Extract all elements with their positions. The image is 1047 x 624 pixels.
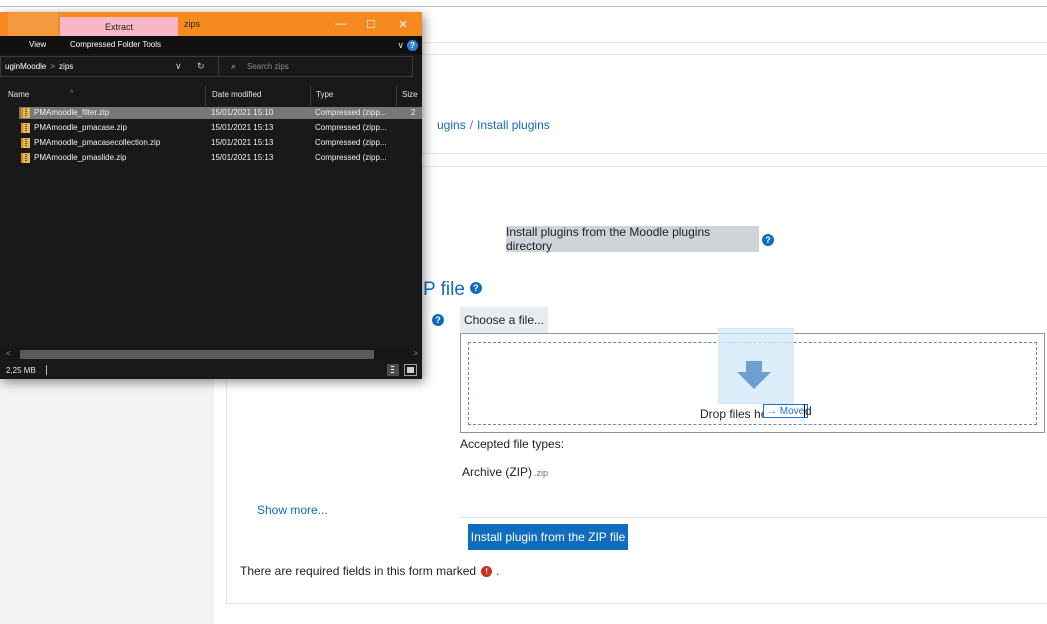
file-date: 15/01/2021 15:13 bbox=[211, 138, 274, 147]
file-name: PMAmoodle_pmaslide.zip bbox=[34, 153, 127, 162]
required-icon: ! bbox=[481, 565, 493, 577]
column-header-size[interactable]: Size bbox=[402, 90, 418, 99]
archive-type-label: Archive (ZIP) bbox=[462, 465, 533, 479]
main-card-top-border bbox=[422, 166, 1047, 167]
install-from-directory-button[interactable]: Install plugins from the Moodle plugins … bbox=[506, 225, 759, 253]
column-divider[interactable] bbox=[205, 86, 206, 106]
file-row[interactable]: PMAmoodle_pmaslide.zip 15/01/2021 15:13 … bbox=[19, 152, 422, 164]
zip-folder-icon bbox=[21, 153, 30, 163]
breadcrumb-install-plugins-link[interactable]: Install plugins bbox=[477, 118, 550, 132]
file-type: Compressed (zipp... bbox=[315, 108, 387, 117]
header-divider bbox=[422, 42, 1047, 43]
address-path: uginMoodle > zips bbox=[5, 62, 73, 71]
ribbon-tab-file[interactable] bbox=[8, 12, 58, 36]
column-divider[interactable] bbox=[396, 86, 397, 106]
choose-file-button[interactable]: Choose a file... bbox=[460, 307, 548, 333]
scroll-right-icon[interactable]: > bbox=[413, 349, 418, 358]
required-fields-note: There are required fields in this form m… bbox=[240, 564, 499, 578]
search-input[interactable]: ⌕ Search zips bbox=[218, 56, 413, 77]
card-bottom-border bbox=[422, 153, 1047, 154]
archive-type-extension: .zip bbox=[534, 468, 549, 478]
column-divider[interactable] bbox=[310, 86, 311, 106]
ribbon-view-tab[interactable]: View bbox=[29, 40, 46, 49]
details-view-icon[interactable] bbox=[387, 364, 399, 376]
search-placeholder: Search zips bbox=[247, 62, 289, 71]
accepted-types-label: Accepted file types: bbox=[460, 437, 565, 451]
zip-section-heading: P file? bbox=[423, 279, 482, 301]
column-header-name[interactable]: Name bbox=[8, 90, 29, 99]
zip-section-heading-text: P file bbox=[423, 279, 465, 300]
breadcrumb-plugins-link[interactable]: ugins bbox=[437, 118, 466, 132]
drop-text-tail: d bbox=[805, 404, 812, 418]
main-card-bottom-border bbox=[226, 603, 1047, 604]
zip-folder-icon bbox=[21, 123, 30, 133]
horizontal-scrollbar[interactable]: < > bbox=[0, 348, 422, 360]
install-zip-button[interactable]: Install plugin from the ZIP file bbox=[468, 524, 628, 550]
file-row[interactable]: PMAmoodle_pmacase.zip 15/01/2021 15:13 C… bbox=[19, 122, 422, 134]
file-row[interactable]: PMAmoodle_pmacasecollection.zip 15/01/20… bbox=[19, 137, 422, 149]
file-date: 15/01/2021 15:10 bbox=[211, 108, 274, 117]
ribbon-expand-chevron-icon[interactable]: ∨ bbox=[397, 40, 404, 51]
form-divider bbox=[460, 517, 1047, 518]
file-name: PMAmoodle_pmacase.zip bbox=[34, 123, 127, 132]
file-type: Compressed (zipp... bbox=[315, 123, 387, 132]
file-size: 2 bbox=[411, 108, 416, 117]
address-parent-folder[interactable]: uginMoodle bbox=[5, 62, 46, 71]
close-button[interactable]: ✕ bbox=[388, 16, 418, 32]
ribbon-tab-extract[interactable]: Extract bbox=[60, 17, 178, 36]
accepted-type-archive: Archive (ZIP) .zip bbox=[462, 465, 548, 479]
status-separator bbox=[46, 365, 47, 375]
window-title: zips bbox=[184, 19, 201, 29]
file-date: 15/01/2021 15:13 bbox=[211, 153, 274, 162]
zip-field-help-icon[interactable]: ? bbox=[432, 314, 444, 326]
scrollbar-thumb[interactable] bbox=[20, 350, 374, 359]
show-more-link[interactable]: Show more... bbox=[257, 503, 328, 517]
file-explorer-window: Extract zips — ☐ ✕ View Compressed Folde… bbox=[0, 12, 422, 379]
minimize-button[interactable]: — bbox=[326, 16, 356, 32]
required-note-text: There are required fields in this form m… bbox=[240, 564, 477, 578]
search-icon: ⌕ bbox=[231, 61, 237, 71]
file-name: PMAmoodle_filter.zip bbox=[34, 108, 110, 117]
sort-caret-icon: ^ bbox=[70, 90, 74, 97]
address-bar[interactable]: uginMoodle > zips ∨ ↻ bbox=[0, 56, 222, 77]
file-type: Compressed (zipp... bbox=[315, 138, 387, 147]
address-current-folder[interactable]: zips bbox=[59, 62, 73, 71]
required-note-period: . bbox=[496, 564, 500, 578]
status-bar: 2,25 MB bbox=[0, 361, 422, 379]
breadcrumb: ugins / Install plugins bbox=[437, 118, 550, 132]
status-size-text: 2,25 MB bbox=[6, 366, 36, 375]
file-name: PMAmoodle_pmacasecollection.zip bbox=[34, 138, 161, 147]
column-header-date[interactable]: Date modified bbox=[212, 90, 261, 99]
address-separator: > bbox=[50, 62, 56, 71]
file-date: 15/01/2021 15:13 bbox=[211, 123, 274, 132]
column-headers: ^ Name Date modified Type Size bbox=[0, 86, 422, 106]
help-icon[interactable]: ? bbox=[469, 281, 482, 294]
card-top-border bbox=[422, 54, 1047, 55]
scroll-left-icon[interactable]: < bbox=[6, 349, 11, 358]
download-arrow-icon bbox=[737, 361, 771, 389]
file-row[interactable]: PMAmoodle_filter.zip 15/01/2021 15:10 Co… bbox=[19, 107, 422, 119]
refresh-icon[interactable]: ↻ bbox=[197, 61, 205, 72]
ribbon-help-icon[interactable]: ? bbox=[407, 40, 418, 51]
help-icon[interactable]: ? bbox=[762, 234, 774, 246]
large-icons-view-icon[interactable] bbox=[404, 364, 417, 376]
explorer-titlebar[interactable]: Extract zips — ☐ ✕ bbox=[0, 12, 422, 36]
zip-folder-icon bbox=[21, 108, 30, 118]
ribbon-compressed-tools-tab[interactable]: Compressed Folder Tools bbox=[70, 40, 161, 49]
address-history-chevron-icon[interactable]: ∨ bbox=[175, 61, 182, 72]
breadcrumb-separator: / bbox=[469, 118, 474, 132]
zip-folder-icon bbox=[21, 138, 30, 148]
move-tooltip: → Move bbox=[763, 404, 809, 418]
maximize-button[interactable]: ☐ bbox=[356, 16, 386, 32]
ribbon-bar: View Compressed Folder Tools ∨ ? bbox=[0, 36, 422, 54]
file-type: Compressed (zipp... bbox=[315, 153, 387, 162]
column-header-type[interactable]: Type bbox=[316, 90, 333, 99]
main-card-left-border bbox=[226, 379, 227, 604]
